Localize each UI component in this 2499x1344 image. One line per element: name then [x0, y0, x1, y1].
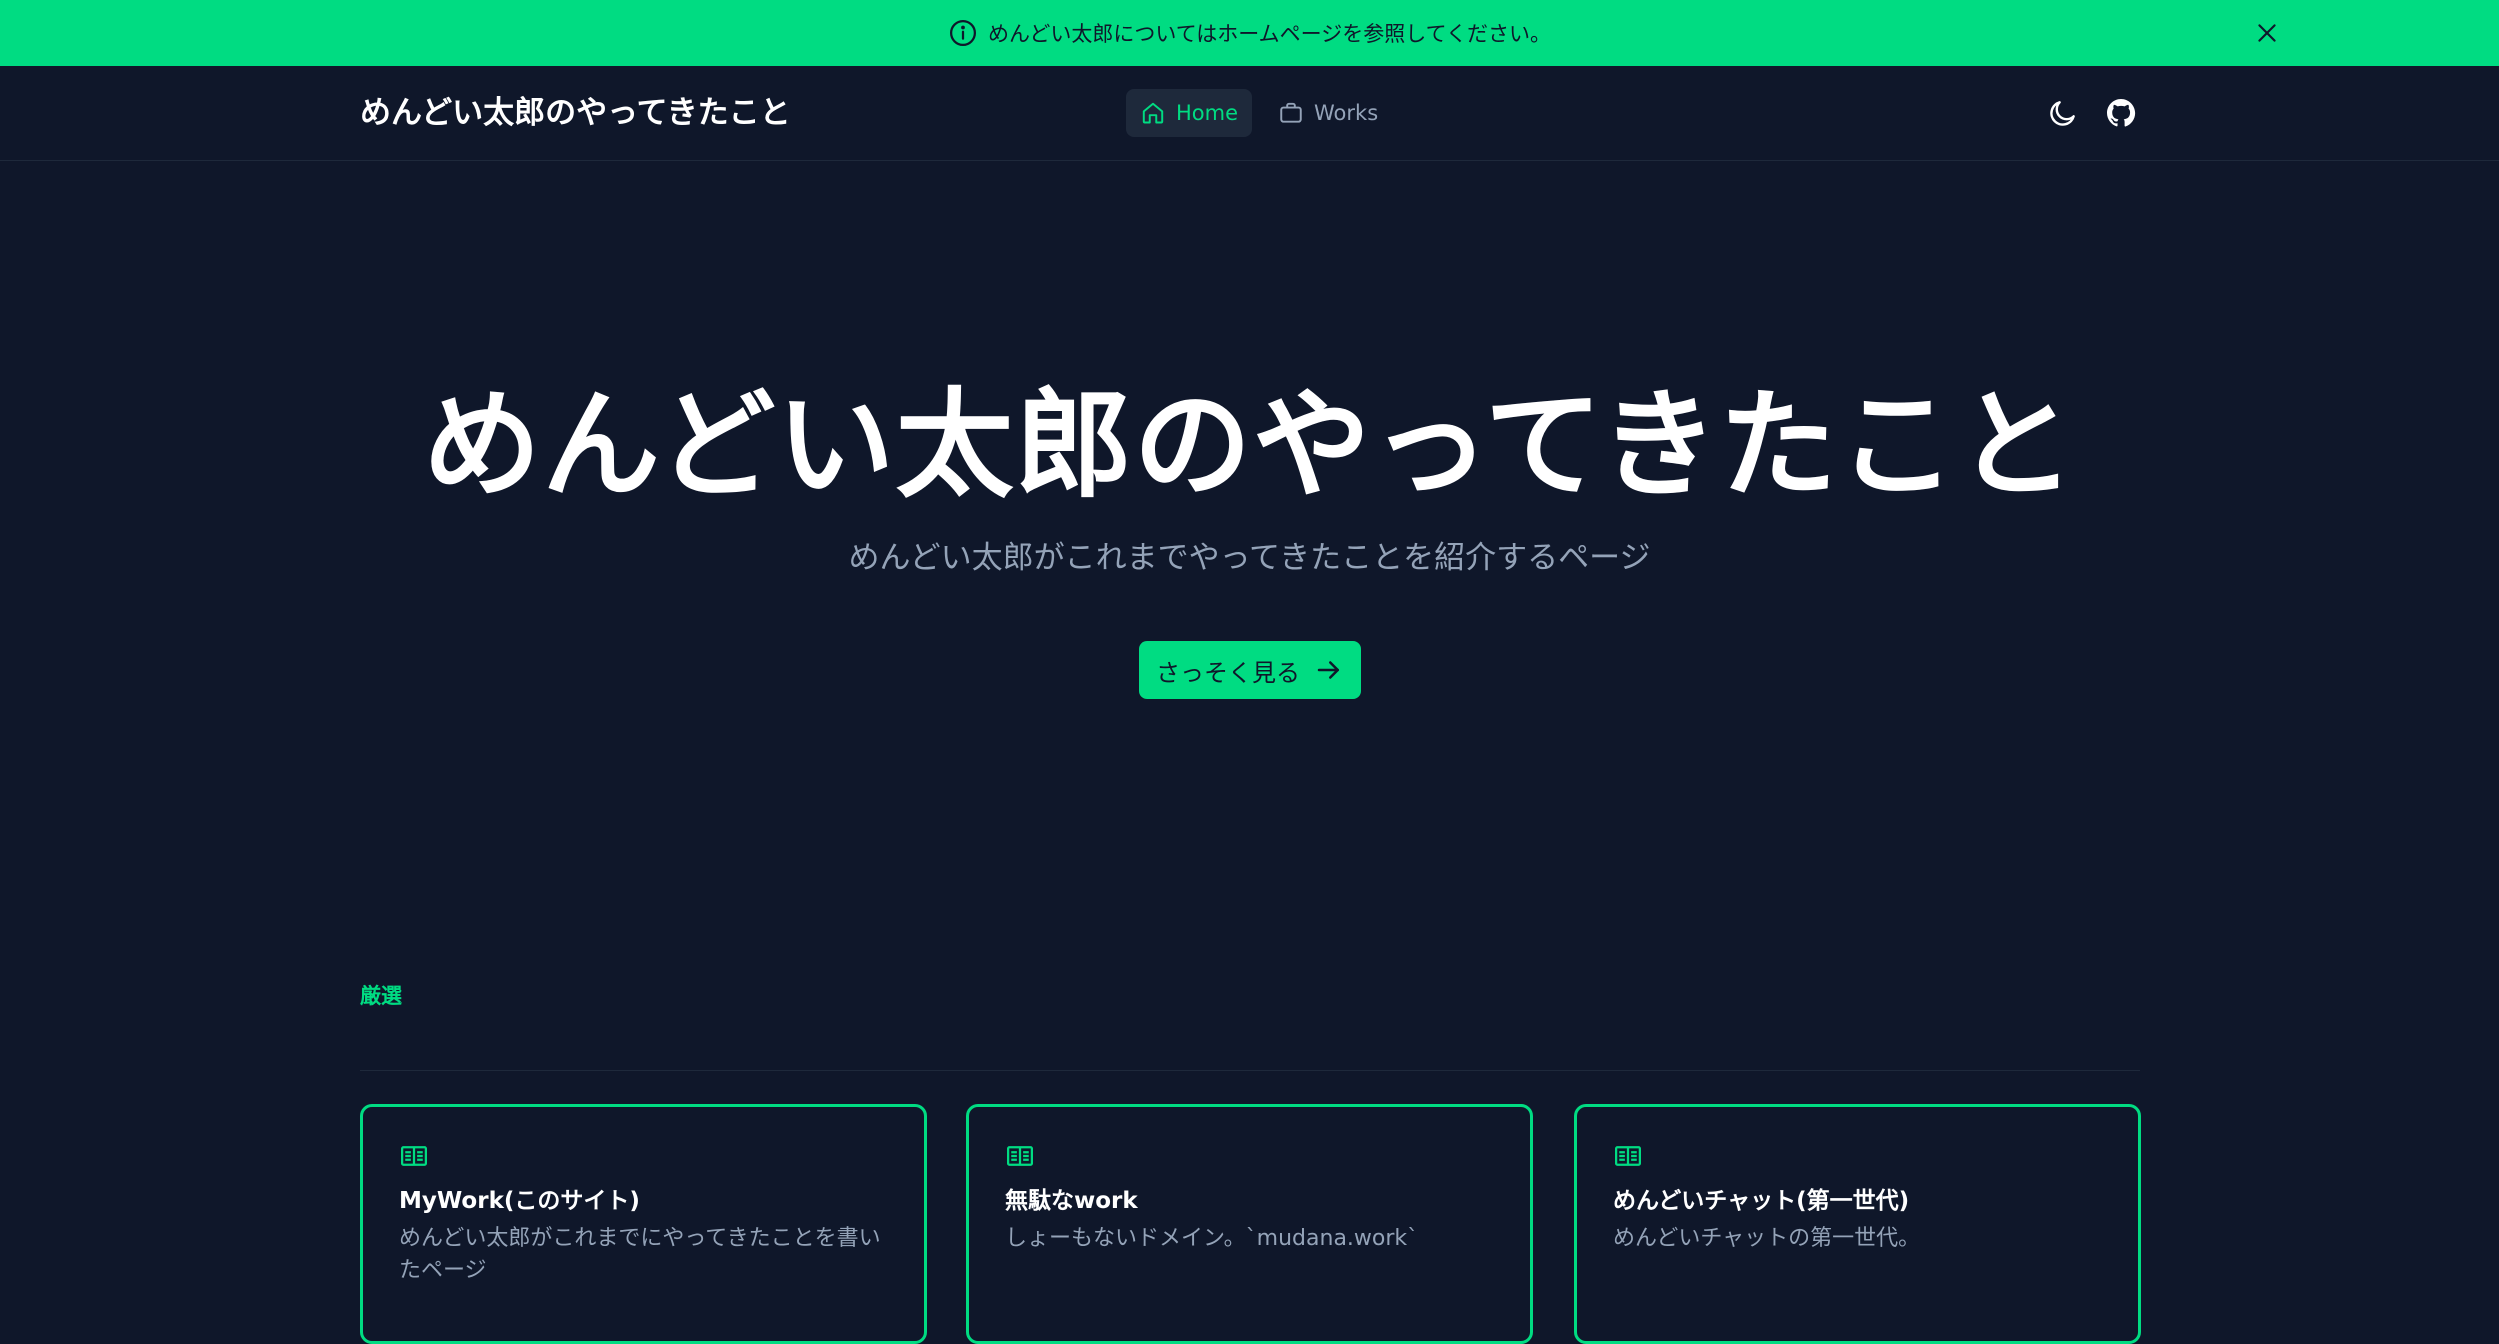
book-open-icon: [1005, 1141, 1494, 1171]
featured-card[interactable]: MyWork(このサイト) めんどい太郎がこれまでにやってきたことを書いたページ: [360, 1104, 927, 1344]
nav-item-label: Home: [1176, 101, 1239, 125]
arrow-right-icon: [1314, 655, 1344, 685]
hero-subtitle: めんどい太郎がこれまでやってきたことを紹介するページ: [848, 540, 1651, 576]
info-icon: [948, 18, 978, 48]
card-title: 無駄なwork: [1005, 1188, 1138, 1214]
site-brand[interactable]: めんどい太郎のやってきたこと: [360, 93, 791, 133]
featured-card[interactable]: めんどいチャット(第一世代) めんどいチャットの第一世代。: [1574, 1104, 2141, 1344]
main-nav: Home Works: [1126, 89, 1392, 137]
book-open-icon: [399, 1141, 888, 1171]
banner-close-button[interactable]: [2251, 17, 2283, 49]
card-description: しょーもないドメイン。`mudana.work`: [1005, 1226, 1419, 1251]
briefcase-icon: [1278, 100, 1304, 126]
theme-toggle-button[interactable]: [2045, 95, 2081, 131]
nav-item-label: Works: [1314, 101, 1379, 125]
cta-label: さっそく見る: [1156, 658, 1300, 687]
close-icon: [2254, 20, 2280, 46]
nav-item-home[interactable]: Home: [1126, 89, 1253, 137]
home-icon: [1140, 100, 1166, 126]
banner-content: めんどい太郎についてはホームページを参照してください。: [948, 18, 1551, 48]
site-header: めんどい太郎のやってきたこと Home Works: [0, 66, 2499, 161]
get-started-button[interactable]: さっそく見る: [1139, 641, 1361, 699]
banner-text: めんどい太郎についてはホームページを参照してください。: [987, 22, 1551, 46]
featured-card[interactable]: 無駄なwork しょーもないドメイン。`mudana.work`: [966, 1104, 1533, 1344]
github-link[interactable]: [2103, 95, 2139, 131]
header-actions: [2045, 95, 2139, 131]
card-title: MyWork(このサイト): [399, 1188, 640, 1214]
section-divider: [360, 1070, 2140, 1071]
card-description: めんどい太郎がこれまでにやってきたことを書いたページ: [399, 1226, 881, 1283]
featured-section-label: 厳選: [360, 984, 402, 1008]
card-title: めんどいチャット(第一世代): [1613, 1188, 1910, 1214]
moon-icon: [2047, 97, 2079, 129]
announcement-banner: めんどい太郎についてはホームページを参照してください。: [0, 0, 2499, 66]
book-open-icon: [1613, 1141, 2102, 1171]
card-description: めんどいチャットの第一世代。: [1613, 1226, 1921, 1251]
github-icon: [2105, 97, 2137, 129]
hero-title: めんどい太郎のやってきたこと: [422, 376, 2077, 514]
nav-item-works[interactable]: Works: [1264, 89, 1392, 137]
